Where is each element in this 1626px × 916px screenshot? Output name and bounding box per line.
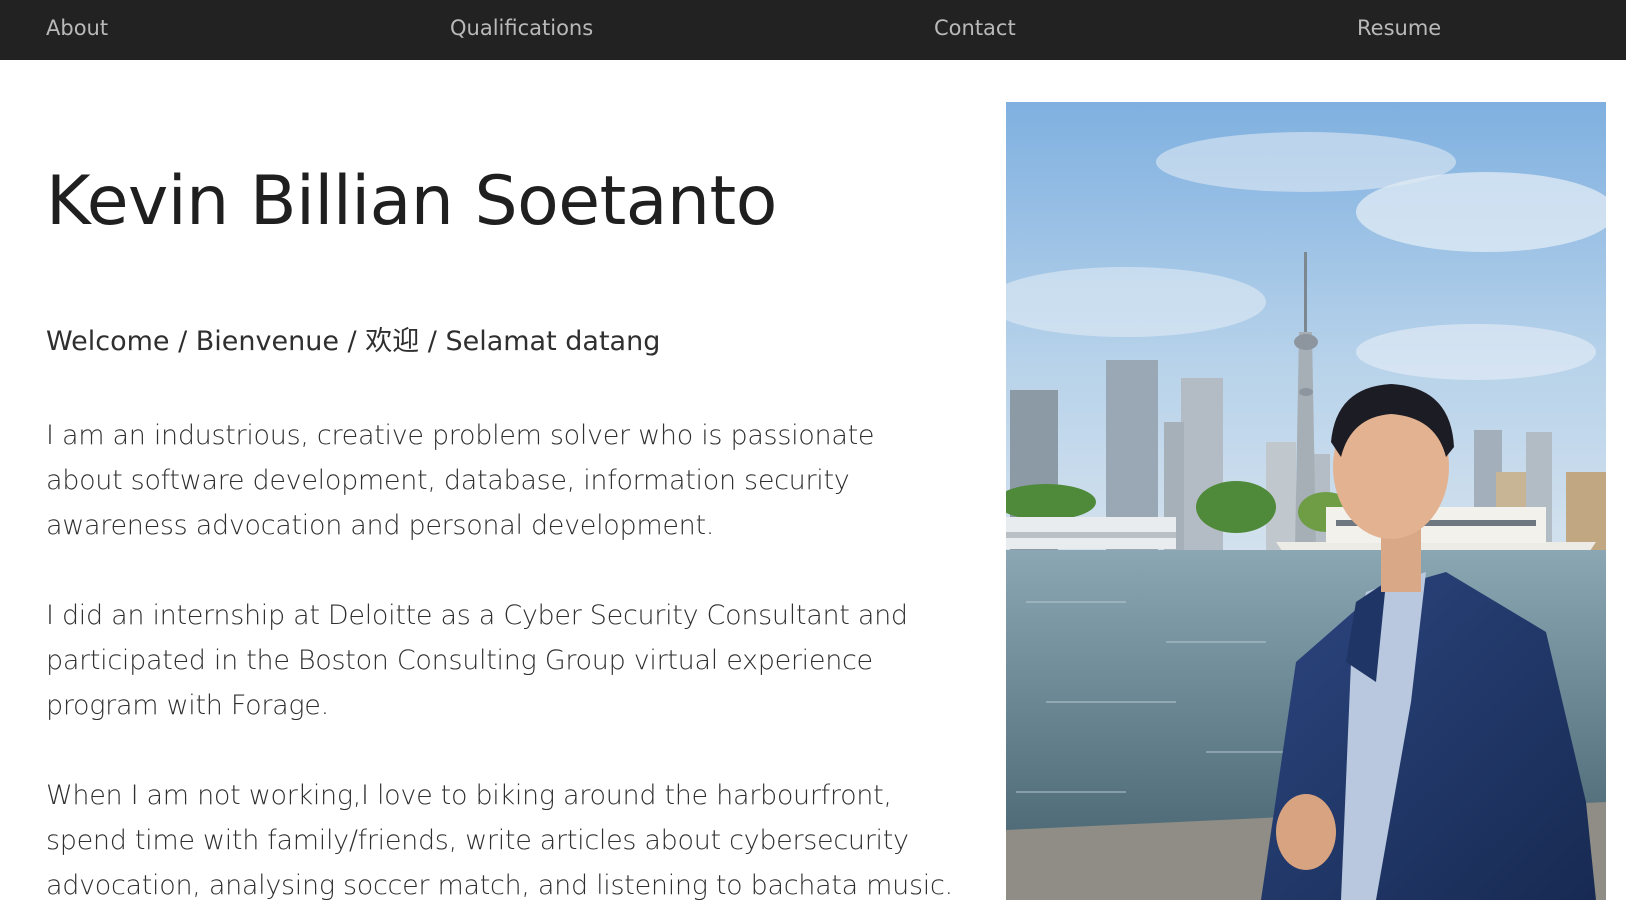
- nav-link-qualifications[interactable]: Qualifications: [450, 0, 593, 56]
- nav-link-resume[interactable]: Resume: [1357, 0, 1441, 56]
- nav-link-about[interactable]: About: [46, 0, 108, 56]
- nav-link-contact[interactable]: Contact: [934, 0, 1016, 56]
- experience-paragraph: I did an internship at Deloitte as a Cyb…: [46, 600, 908, 721]
- profile-photo: [1006, 102, 1606, 900]
- intro-paragraph: I am an industrious, creative problem so…: [46, 420, 875, 541]
- top-navbar: About Qualifications Contact Resume: [0, 0, 1626, 60]
- welcome-greeting: Welcome / Bienvenue / 欢迎 / Selamat datan…: [46, 326, 661, 357]
- hobbies-paragraph: When I am not working,I love to biking a…: [46, 780, 953, 901]
- page-title: Kevin Billian Soetanto: [46, 162, 777, 241]
